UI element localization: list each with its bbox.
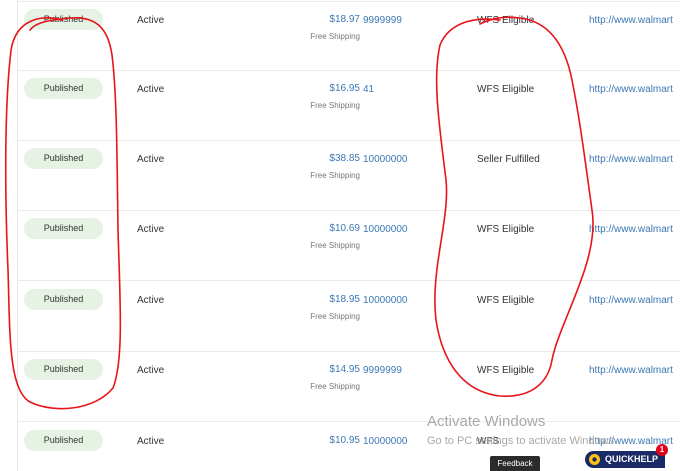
table-row: Published Active $10.69 Free Shipping 10… xyxy=(18,211,680,281)
watermark-title: Activate Windows xyxy=(427,413,546,430)
status-badge: Published xyxy=(24,78,103,99)
price-link[interactable]: $18.97 xyxy=(248,14,360,25)
status-badge: Published xyxy=(24,148,103,169)
fulfillment-type: WFS Eligible xyxy=(477,84,535,95)
quickhelp-notification-count: 1 xyxy=(656,444,668,456)
lifecycle-status: Active xyxy=(137,84,165,95)
quantity-link[interactable]: 41 xyxy=(363,84,374,95)
price-link[interactable]: $10.69 xyxy=(248,223,360,234)
product-url-link[interactable]: http://www.walmart xyxy=(589,84,673,95)
table-row: Published Active $18.97 Free Shipping 99… xyxy=(18,1,680,71)
quantity-link[interactable]: 9999999 xyxy=(363,365,402,376)
lifecycle-status: Active xyxy=(137,15,165,26)
lifecycle-status: Active xyxy=(137,224,165,235)
fulfillment-type: Seller Fulfilled xyxy=(477,154,540,165)
quantity-link[interactable]: 10000000 xyxy=(363,224,408,235)
price-link[interactable]: $18.95 xyxy=(248,294,360,305)
fulfillment-type: WFS Eligible xyxy=(477,224,535,235)
lifecycle-status: Active xyxy=(137,154,165,165)
product-url-link[interactable]: http://www.walmart xyxy=(589,15,673,26)
table-row: Published Active $14.95 Free Shipping 99… xyxy=(18,352,680,422)
price-link[interactable]: $10.95 xyxy=(248,435,360,446)
table-row: Published Active $16.95 Free Shipping 41… xyxy=(18,71,680,141)
price-link[interactable]: $14.95 xyxy=(248,364,360,375)
shipping-label: Free Shipping xyxy=(310,101,360,110)
quickhelp-label: QUICKHELP xyxy=(605,454,659,464)
quantity-link[interactable]: 9999999 xyxy=(363,15,402,26)
price-link[interactable]: $38.85 xyxy=(248,153,360,164)
status-badge: Published xyxy=(24,9,103,30)
feedback-button[interactable]: Feedback xyxy=(490,456,540,471)
price-link[interactable]: $16.95 xyxy=(248,83,360,94)
shipping-label: Free Shipping xyxy=(310,312,360,321)
product-url-link[interactable]: http://www.walmart xyxy=(589,224,673,235)
fulfillment-type: WFS Eligible xyxy=(477,15,535,26)
quantity-link[interactable]: 10000000 xyxy=(363,295,408,306)
lifecycle-status: Active xyxy=(137,436,165,447)
shipping-label: Free Shipping xyxy=(310,241,360,250)
table-row: Published Active $38.85 Free Shipping 10… xyxy=(18,141,680,211)
lifecycle-status: Active xyxy=(137,295,165,306)
listing-page: Published Active $18.97 Free Shipping 99… xyxy=(0,0,680,471)
watermark-subtitle: Go to PC settings to activate Windows. xyxy=(427,435,618,447)
fulfillment-type: WFS Eligible xyxy=(477,365,535,376)
shipping-label: Free Shipping xyxy=(310,382,360,391)
shipping-label: Free Shipping xyxy=(310,32,360,41)
lifecycle-status: Active xyxy=(137,365,165,376)
product-url-link[interactable]: http://www.walmart xyxy=(589,295,673,306)
product-url-link[interactable]: http://www.walmart xyxy=(589,365,673,376)
quantity-link[interactable]: 10000000 xyxy=(363,436,408,447)
status-badge: Published xyxy=(24,430,103,451)
windows-activation-watermark: Activate Windows Go to PC settings to ac… xyxy=(427,413,617,448)
fulfillment-type: WFS Eligible xyxy=(477,295,535,306)
status-badge: Published xyxy=(24,218,103,239)
table-row: Published Active $18.95 Free Shipping 10… xyxy=(18,282,680,352)
quickhelp-button[interactable]: QUICKHELP xyxy=(585,451,665,468)
product-url-link[interactable]: http://www.walmart xyxy=(589,154,673,165)
quickhelp-lifebuoy-icon xyxy=(589,454,600,465)
shipping-label: Free Shipping xyxy=(310,171,360,180)
status-badge: Published xyxy=(24,289,103,310)
status-badge: Published xyxy=(24,359,103,380)
quantity-link[interactable]: 10000000 xyxy=(363,154,408,165)
